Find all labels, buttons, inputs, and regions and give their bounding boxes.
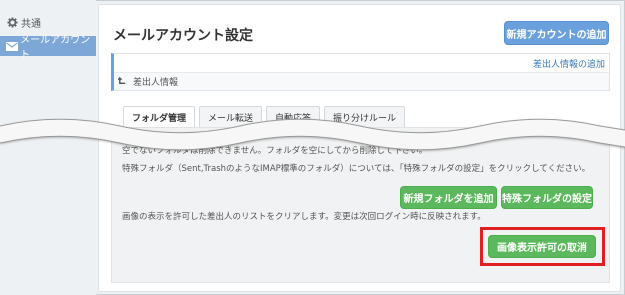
page-title: メールアカウント設定 — [113, 28, 253, 44]
tab-filter-rules[interactable]: 振り分けルール — [324, 106, 406, 128]
envelope-icon — [3, 41, 20, 51]
folder-delete-note: 空でないフォルダは削除できません。フォルダを空にしてから削除して下さい。 — [122, 146, 428, 156]
add-account-button[interactable]: 新規アカウントの追加 — [504, 21, 609, 45]
image-permission-note: 画像の表示を許可した差出人のリストをクリアします。変更は次回ログイン時に反映され… — [122, 212, 486, 222]
tab-folder-management[interactable]: フォルダ管理 — [123, 106, 196, 128]
sender-info-label: 差出人情報 — [133, 78, 179, 88]
tab-bar: フォルダ管理 メール転送 自動応答 振り分けルール — [123, 106, 406, 128]
sender-info-box: 差出人情報の追加 差出人情報 — [111, 53, 610, 91]
special-folder-note: 特殊フォルダ（Sent,TrashのようなIMAP標準のフォルダ）については、「… — [122, 164, 591, 174]
add-sender-info-link[interactable]: 差出人情報の追加 — [533, 57, 605, 70]
sidebar-item-label: 共通 — [21, 18, 41, 30]
tab-auto-reply[interactable]: 自動応答 — [266, 106, 321, 128]
sidebar: 共通 メールアカウント — [0, 0, 96, 295]
special-folder-settings-button[interactable]: 特殊フォルダの設定 — [501, 186, 593, 209]
revoke-image-permission-button[interactable]: 画像表示許可の取消 — [488, 235, 596, 258]
sidebar-item-common[interactable]: 共通 — [0, 12, 96, 32]
sidebar-item-mail-account[interactable]: メールアカウント — [0, 35, 96, 61]
return-arrow-icon — [118, 77, 127, 86]
sidebar-item-label: メールアカウント — [20, 35, 91, 61]
sender-info-row[interactable]: 差出人情報 — [114, 72, 609, 90]
main-panel: メールアカウント設定 新規アカウントの追加 差出人情報の追加 差出人情報 フォル… — [98, 4, 621, 292]
tab-mail-forwarding[interactable]: メール転送 — [199, 106, 263, 128]
folder-management-panel: 空でないフォルダは削除できません。フォルダを空にしてから削除して下さい。 特殊フ… — [111, 127, 610, 283]
gear-icon — [3, 16, 21, 28]
add-new-folder-button[interactable]: 新規フォルダを追加 — [400, 186, 497, 209]
